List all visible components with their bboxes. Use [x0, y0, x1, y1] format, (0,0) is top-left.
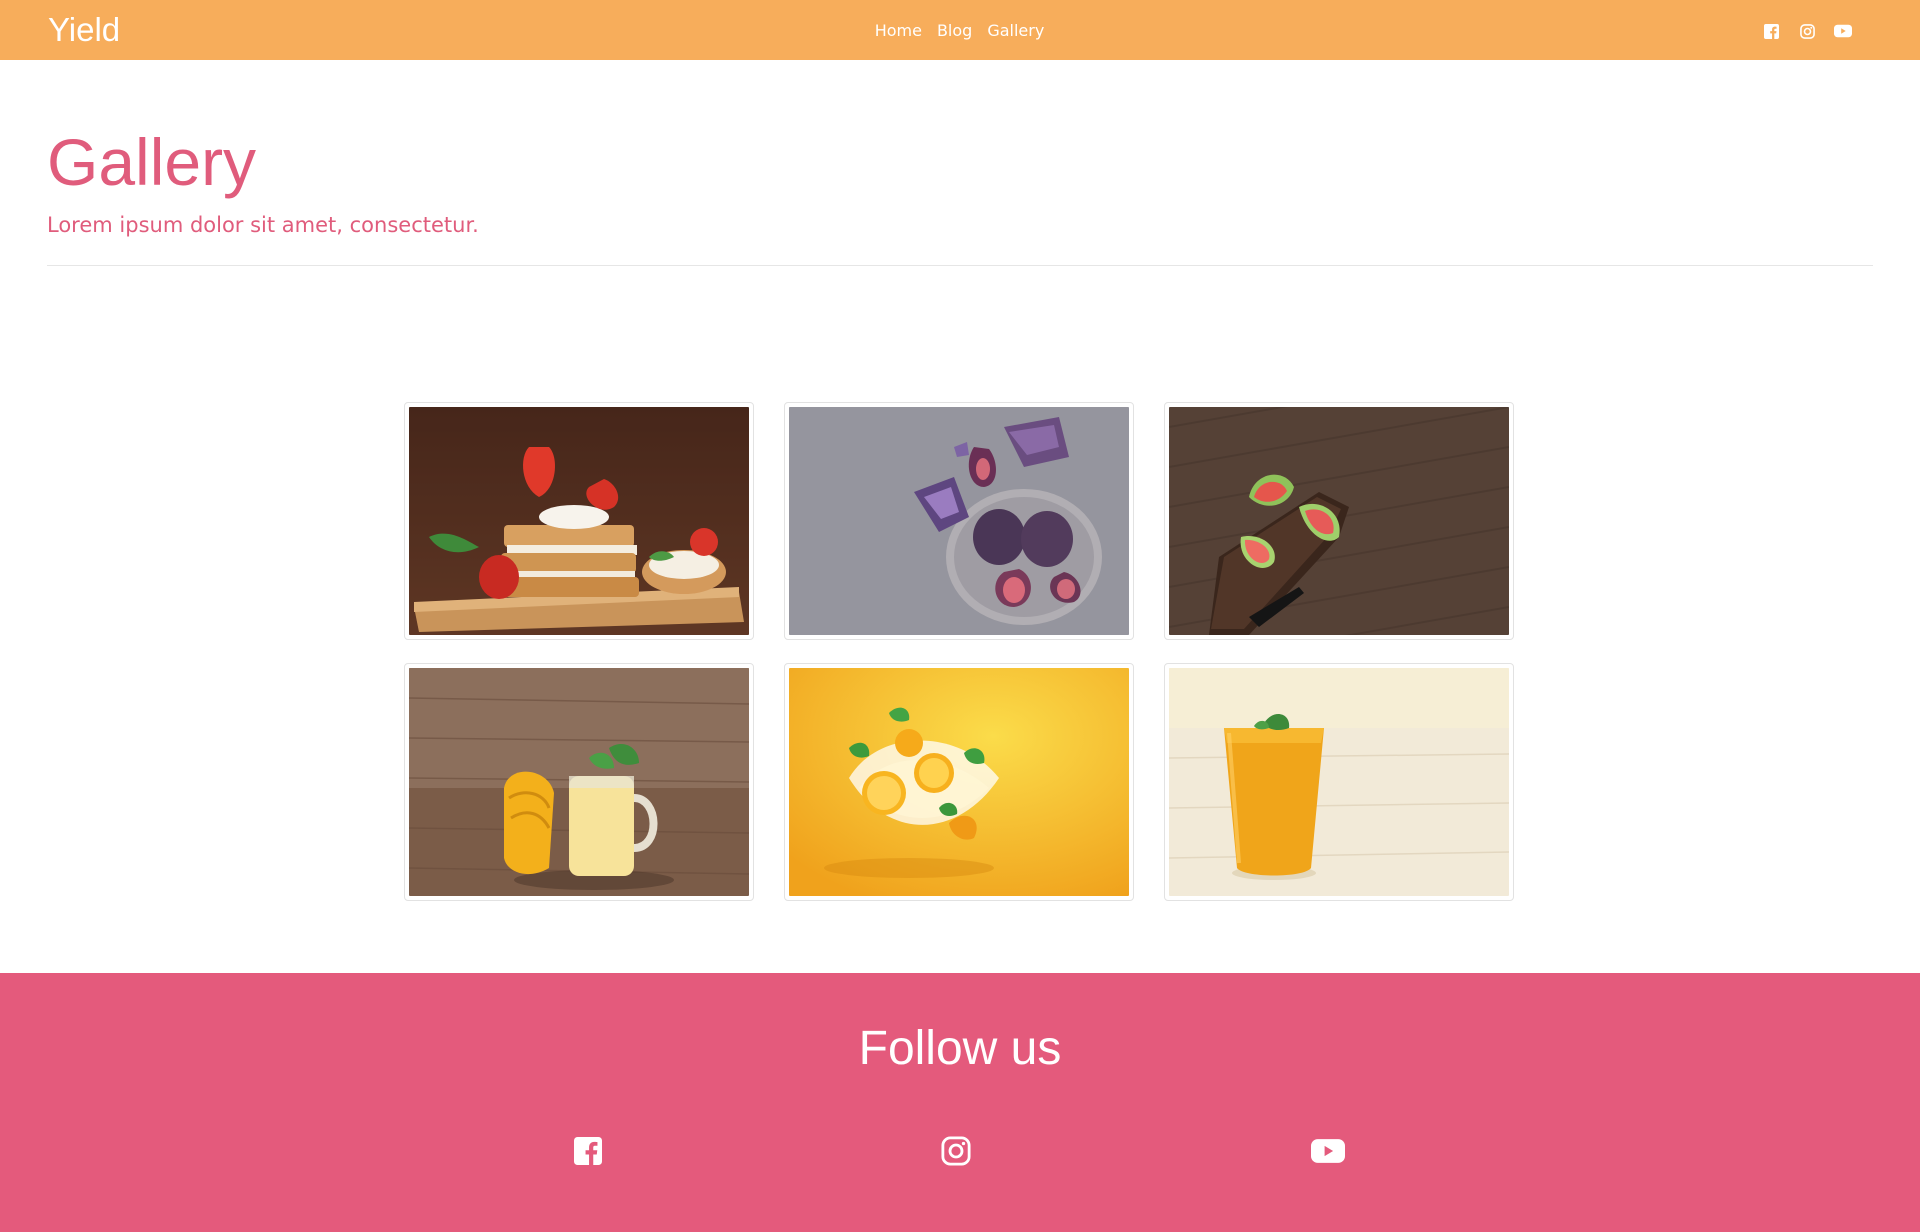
facebook-icon[interactable]	[572, 1135, 604, 1167]
footer: Follow us	[0, 973, 1920, 1232]
nav-link-gallery[interactable]: Gallery	[987, 21, 1044, 40]
footer-title: Follow us	[858, 1022, 1062, 1075]
nav-social-links	[1762, 22, 1852, 40]
navbar: Yield Home Blog Gallery	[0, 0, 1920, 60]
gallery-image-waffles[interactable]	[404, 402, 754, 640]
gallery-image-figs[interactable]	[784, 402, 1134, 640]
page-subtitle: Lorem ipsum dolor sit amet, consectetur.	[47, 213, 479, 237]
facebook-icon[interactable]	[1762, 22, 1780, 40]
page-title: Gallery	[47, 125, 257, 199]
header-divider	[47, 265, 1873, 266]
gallery-grid	[404, 402, 1514, 901]
gallery-image-guava[interactable]	[1164, 402, 1514, 640]
youtube-icon[interactable]	[1834, 22, 1852, 40]
youtube-icon[interactable]	[1310, 1135, 1346, 1167]
gallery-image-orange-smoothie[interactable]	[1164, 663, 1514, 901]
page-header: Gallery Lorem ipsum dolor sit amet, cons…	[47, 120, 1873, 238]
gallery-image-mango-smoothie[interactable]	[404, 663, 754, 901]
instagram-icon[interactable]	[940, 1135, 972, 1167]
instagram-icon[interactable]	[1798, 22, 1816, 40]
gallery-image-orange-splash[interactable]	[784, 663, 1134, 901]
nav-link-blog[interactable]: Blog	[937, 21, 972, 40]
nav-link-home[interactable]: Home	[875, 21, 922, 40]
nav-links: Home Blog Gallery	[0, 0, 1920, 60]
brand-logo[interactable]: Yield	[48, 10, 120, 50]
